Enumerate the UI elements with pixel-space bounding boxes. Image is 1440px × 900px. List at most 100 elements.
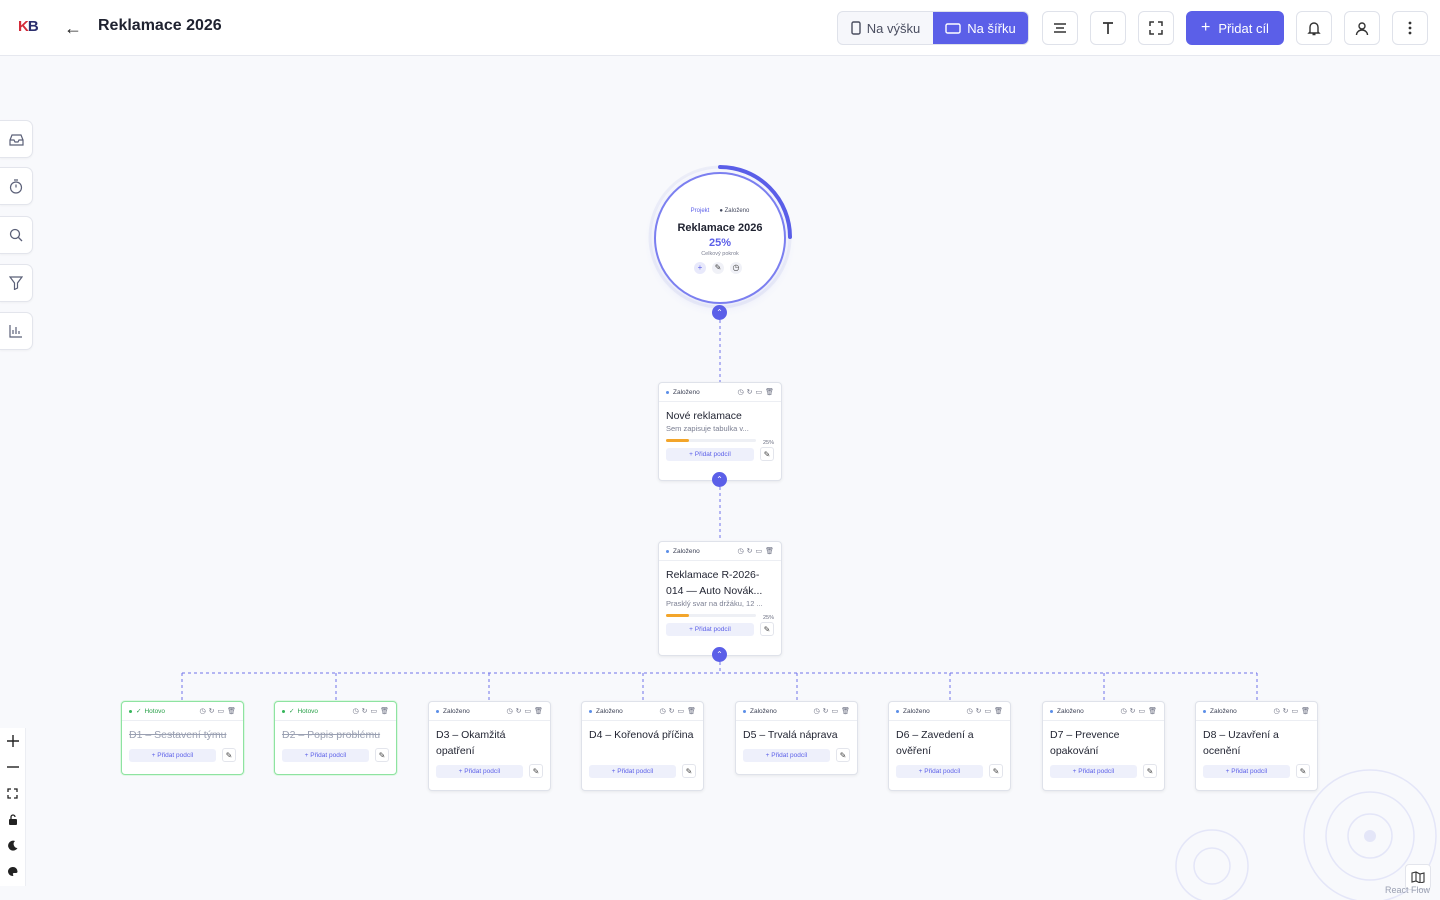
node-description: Prasklý svar na držáku, 12 ... [666,599,763,608]
edit-icon[interactable]: ✎ [989,764,1003,778]
edit-icon[interactable]: ✎ [682,764,696,778]
text-button[interactable] [1090,11,1126,45]
goal-node-d3[interactable]: Založeno ◷ ↻ ▭ 🗑 D3 – Okamžitá opatření + Přid… [428,701,551,791]
edit-icon[interactable]: ✎ [1296,764,1310,778]
check-icon: ✓ [136,708,142,715]
inbox-icon[interactable]: ▭ [984,707,991,715]
arrow-left-icon[interactable]: ← [64,18,82,38]
goal-node-d1[interactable]: ✓ Hotovo ◷ ↻ ▭ 🗑 D1 – Sestavení týmu + Přidat p… [121,701,244,775]
root-edit-icon[interactable]: ✎ [712,262,724,274]
fullscreen-icon [1149,21,1163,35]
refresh-icon[interactable]: ↻ [1283,707,1289,715]
root-add-icon[interactable]: + [694,262,706,274]
add-subgoal-button[interactable]: + Přidat podcíl [589,764,676,778]
goal-node-d8[interactable]: Založeno ◷ ↻ ▭ 🗑 D8 – Uzavření a ocenění + Při… [1195,701,1318,791]
react-flow-attribution[interactable]: React Flow [1385,885,1430,895]
goal-node-nove-reklamace[interactable]: Založeno ◷ ↻ ▭ 🗑 Nové reklamace Sem zapisuj… [658,382,782,481]
status-badge: Založeno [673,388,700,396]
goal-node-d6[interactable]: Založeno ◷ ↻ ▭ 🗑 D6 – Zavedení a ověření + Při… [888,701,1011,791]
trash-icon[interactable]: 🗑 [227,707,236,715]
timer-icon[interactable]: ◷ [200,707,206,715]
add-subgoal-button[interactable]: + Přidat podcíl [743,748,830,762]
edit-icon[interactable]: ✎ [1143,764,1157,778]
fullscreen-button[interactable] [1138,11,1174,45]
refresh-icon[interactable]: ↻ [823,707,829,715]
root-node[interactable]: Projekt ● Založeno Reklamace 2026 25% Ce… [654,172,786,304]
goal-node-r-2026-014[interactable]: Založeno ◷ ↻ ▭ 🗑 Reklamace R-2026-014 — Aut… [658,541,782,656]
edit-icon[interactable]: ✎ [760,447,774,461]
node-progress-value: 25% [762,615,774,621]
portrait-button[interactable]: Na výšku [838,12,933,44]
inbox-icon[interactable]: ▭ [524,707,531,715]
timer-icon[interactable]: ◷ [738,388,744,396]
trash-icon[interactable]: 🗑 [1301,707,1310,715]
add-subgoal-button[interactable]: + Přidat podcíl [129,748,216,762]
timer-icon[interactable]: ◷ [1121,707,1127,715]
inbox-icon[interactable]: ▭ [370,707,377,715]
inbox-icon[interactable]: ▭ [755,388,762,396]
trash-icon[interactable]: 🗑 [841,707,850,715]
align-button[interactable] [1042,11,1078,45]
add-subgoal-button[interactable]: + Přidat podcíl [282,748,369,762]
edit-icon[interactable]: ✎ [529,764,543,778]
node-title: D7 – Prevence opakování [1050,729,1120,757]
timer-icon[interactable]: ◷ [507,707,513,715]
timer-icon[interactable]: ◷ [738,547,744,555]
more-button[interactable] [1392,11,1428,45]
add-subgoal-button[interactable]: + Přidat podcíl [896,764,983,778]
edit-icon[interactable]: ✎ [375,748,389,762]
timer-icon[interactable]: ◷ [660,707,666,715]
root-collapse-button[interactable]: ⌃ [712,305,727,320]
add-subgoal-button[interactable]: + Přidat podcíl [666,622,754,636]
refresh-icon[interactable]: ↻ [362,707,368,715]
inbox-icon[interactable]: ▭ [1291,707,1298,715]
add-subgoal-button[interactable]: + Přidat podcíl [1050,764,1137,778]
timer-icon[interactable]: ◷ [814,707,820,715]
goal-node-d5[interactable]: Založeno ◷ ↻ ▭ 🗑 D5 – Trvalá náprava + Přidat … [735,701,858,775]
add-subgoal-button[interactable]: + Přidat podcíl [666,447,754,461]
refresh-icon[interactable]: ↻ [747,547,753,555]
edit-icon[interactable]: ✎ [222,748,236,762]
refresh-icon[interactable]: ↻ [209,707,215,715]
edit-icon[interactable]: ✎ [760,622,774,636]
refresh-icon[interactable]: ↻ [976,707,982,715]
refresh-icon[interactable]: ↻ [747,388,753,396]
node-progress-bar [666,614,756,617]
inbox-icon[interactable]: ▭ [755,547,762,555]
inbox-icon[interactable]: ▭ [831,707,838,715]
node-title: D5 – Trvalá náprava [743,729,838,741]
trash-icon[interactable]: 🗑 [534,707,543,715]
inbox-icon[interactable]: ▭ [677,707,684,715]
trash-icon[interactable]: 🗑 [687,707,696,715]
node-description: Sem zapisuje tabulka v... [666,424,749,433]
goal-node-d4[interactable]: Založeno ◷ ↻ ▭ 🗑 D4 – Kořenová příčina + Přida… [581,701,704,791]
timer-icon[interactable]: ◷ [353,707,359,715]
trash-icon[interactable]: 🗑 [765,547,774,555]
trash-icon[interactable]: 🗑 [765,388,774,396]
refresh-icon[interactable]: ↻ [1130,707,1136,715]
timer-icon[interactable]: ◷ [1274,707,1280,715]
notifications-button[interactable] [1296,11,1332,45]
inbox-icon[interactable]: ▭ [217,707,224,715]
status-badge: Založeno [903,707,930,715]
add-subgoal-button[interactable]: + Přidat podcíl [1203,764,1290,778]
inbox-icon[interactable]: ▭ [1138,707,1145,715]
trash-icon[interactable]: 🗑 [1148,707,1157,715]
root-timer-icon[interactable]: ◷ [730,262,742,274]
trash-icon[interactable]: 🗑 [994,707,1003,715]
edit-icon[interactable]: ✎ [836,748,850,762]
portrait-icon [851,21,861,35]
refresh-icon[interactable]: ↻ [516,707,522,715]
app-logo[interactable]: KB [18,18,46,38]
goal-node-d2[interactable]: ✓ Hotovo ◷ ↻ ▭ 🗑 D2 – Popis problému + Přidat p… [274,701,397,775]
landscape-button[interactable]: Na šířku [933,12,1028,44]
add-goal-button[interactable]: + Přidat cíl [1186,11,1284,45]
goal-node-d7[interactable]: Založeno ◷ ↻ ▭ 🗑 D7 – Prevence opakování + Při… [1042,701,1165,791]
trash-icon[interactable]: 🗑 [380,707,389,715]
refresh-icon[interactable]: ↻ [669,707,675,715]
node-collapse-button[interactable]: ⌃ [712,472,727,487]
node-collapse-button[interactable]: ⌃ [712,647,727,662]
profile-button[interactable] [1344,11,1380,45]
add-subgoal-button[interactable]: + Přidat podcíl [436,764,523,778]
timer-icon[interactable]: ◷ [967,707,973,715]
